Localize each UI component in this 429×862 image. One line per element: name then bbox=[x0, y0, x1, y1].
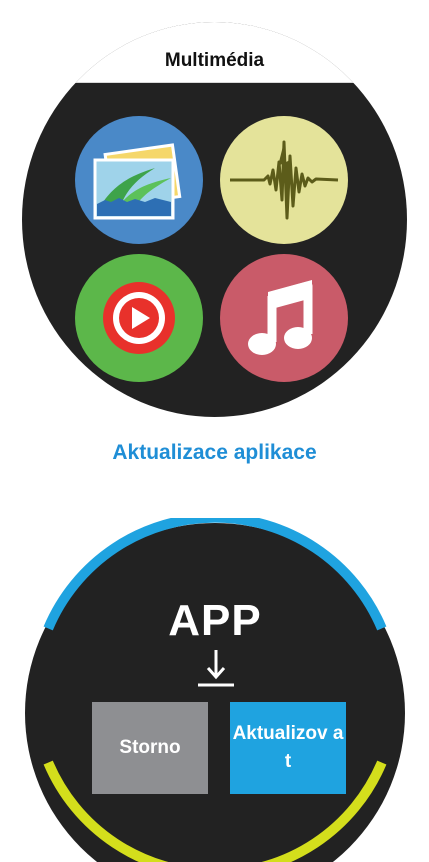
app-label: APP bbox=[168, 596, 262, 645]
gallery-app-button[interactable] bbox=[75, 116, 203, 244]
update-button[interactable]: Aktualizov at bbox=[230, 702, 346, 794]
update-button-label: Aktualizov at bbox=[232, 723, 344, 772]
multimedia-watch-screen: Multimédia bbox=[22, 22, 407, 417]
multimedia-title: Multimédia bbox=[164, 50, 265, 71]
voice-recorder-icon bbox=[230, 140, 339, 220]
video-player-icon bbox=[103, 282, 175, 354]
voice-recorder-app-button[interactable] bbox=[220, 116, 348, 244]
music-app-button[interactable] bbox=[220, 254, 348, 382]
section-heading: Aktualizace aplikace bbox=[112, 441, 317, 464]
page: Multimédia Aktualizace aplikace APP Stor… bbox=[0, 0, 429, 862]
app-update-watch-screen: APP Storno Aktualizov at bbox=[20, 518, 410, 862]
watch-face bbox=[25, 518, 405, 862]
cancel-button[interactable]: Storno bbox=[92, 702, 208, 794]
gallery-icon bbox=[93, 143, 182, 220]
music-icon bbox=[248, 280, 313, 355]
video-player-app-button[interactable] bbox=[75, 254, 203, 382]
download-icon bbox=[198, 650, 234, 687]
cancel-button-label: Storno bbox=[119, 737, 181, 758]
